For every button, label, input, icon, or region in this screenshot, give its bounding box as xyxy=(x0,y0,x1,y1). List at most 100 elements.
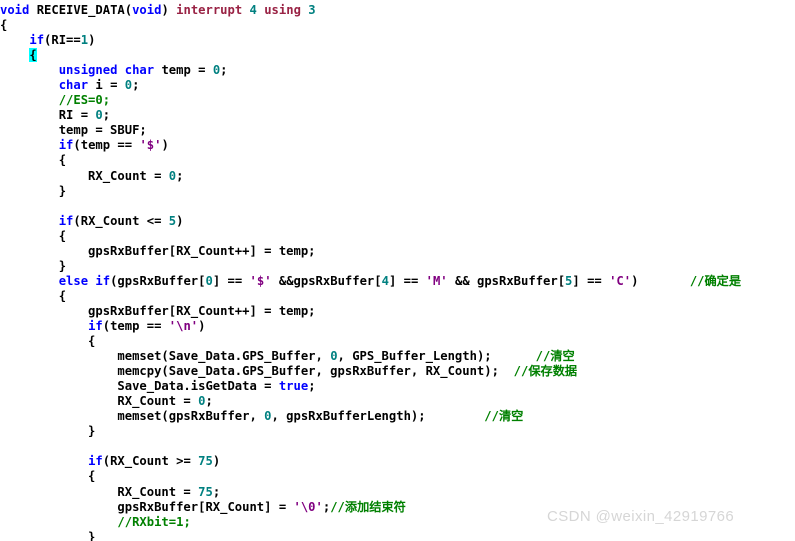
code-line: Save_Data.isGetData = true; xyxy=(0,379,741,394)
code-token-pln: gpsRxBuffer[RX_Count++] = temp; xyxy=(0,243,316,258)
code-token-cmt: //保存数据 xyxy=(513,364,578,379)
code-token-pln: ] == xyxy=(388,273,426,288)
code-token-pln xyxy=(0,78,59,92)
bottom-clipped-text-artifact: .. xyxy=(112,530,127,537)
code-token-num: 4 xyxy=(249,3,257,17)
code-token-str: '\n' xyxy=(168,318,199,333)
code-token-pln xyxy=(0,274,59,288)
code-token-pln: ) xyxy=(161,3,177,17)
code-line: memcpy(Save_Data.GPS_Buffer, gpsRxBuffer… xyxy=(0,364,741,379)
code-line: unsigned char temp = 0; xyxy=(0,63,741,78)
code-token-str: '$' xyxy=(139,138,162,153)
code-line: RX_Count = 75; xyxy=(0,485,741,500)
code-token-pln: ) xyxy=(176,213,184,228)
code-token-pln: memcpy(Save_Data.GPS_Buffer, gpsRxBuffer… xyxy=(0,364,499,379)
code-token-pln: { xyxy=(0,153,67,168)
code-token-pln: ) xyxy=(198,318,206,333)
code-line: { xyxy=(0,334,741,349)
code-line: if(RX_Count >= 75) xyxy=(0,454,741,469)
code-token-pln: ) xyxy=(161,138,169,153)
code-token-kw: if xyxy=(88,318,103,333)
code-token-pln xyxy=(0,93,59,107)
code-line: gpsRxBuffer[RX_Count++] = temp; xyxy=(0,244,741,259)
code-token-pln: memset(Save_Data.GPS_Buffer, xyxy=(0,349,331,364)
code-token-kw: char xyxy=(124,63,155,78)
code-line: temp = SBUF; xyxy=(0,123,741,138)
code-token-num: 0 xyxy=(124,78,133,93)
code-token-pln: ) xyxy=(88,33,96,48)
code-token-pln: , GPS_Buffer_Length); xyxy=(337,349,492,364)
code-token-pln: ; xyxy=(212,484,221,499)
code-token-pln: RI = xyxy=(0,108,96,123)
code-token-hl: { xyxy=(29,48,37,63)
code-token-cmt: //清空 xyxy=(535,349,575,364)
code-line: void RECEIVE_DATA(void) interrupt 4 usin… xyxy=(0,3,741,18)
code-token-pln xyxy=(499,364,514,378)
code-token-pln: } xyxy=(0,529,96,541)
code-token-pln xyxy=(0,515,117,529)
code-token-pln: } xyxy=(0,424,96,439)
code-token-kw: if xyxy=(88,454,103,469)
code-token-pln: } xyxy=(0,183,67,198)
code-token-pln: gpsRxBuffer[RX_Count] = xyxy=(0,499,294,514)
code-line: { xyxy=(0,48,741,63)
code-token-kw: char xyxy=(58,78,89,93)
code-line: { xyxy=(0,18,741,33)
code-token-kw: if xyxy=(29,33,45,48)
code-token-num: 3 xyxy=(308,3,316,17)
code-token-pln: RECEIVE_DATA( xyxy=(36,3,133,17)
code-line: if(RI==1) xyxy=(0,33,741,48)
code-token-cmt: //ES=0; xyxy=(58,93,111,108)
code-token-pln: RX_Count = xyxy=(0,484,199,499)
code-token-pln xyxy=(0,33,29,47)
code-token-cmt: //清空 xyxy=(484,409,524,424)
code-token-pln: gpsRxBuffer[RX_Count++] = temp; xyxy=(0,303,316,318)
code-token-pln xyxy=(0,214,59,228)
code-token-pln: (gpsRxBuffer[ xyxy=(110,273,206,288)
code-token-pln xyxy=(242,3,249,17)
code-line: RX_Count = 0; xyxy=(0,169,741,184)
code-line: gpsRxBuffer[RX_Count++] = temp; xyxy=(0,304,741,319)
code-token-pln: RX_Count = xyxy=(0,394,199,409)
code-token-num: 4 xyxy=(381,273,389,288)
code-token-str: 'M' xyxy=(425,273,448,288)
code-token-kw: void xyxy=(0,3,30,17)
code-line: if(temp == '$') xyxy=(0,138,741,153)
code-token-kw: if xyxy=(58,213,74,228)
code-token-pln xyxy=(638,274,689,288)
code-line: if(RX_Count <= 5) xyxy=(0,214,741,229)
code-token-num: 0 xyxy=(264,409,272,424)
code-token-pln: i = xyxy=(88,78,125,93)
code-line: RX_Count = 0; xyxy=(0,394,741,409)
code-token-pln xyxy=(0,48,29,62)
code-token-pln xyxy=(0,63,59,77)
code-token-pln: && gpsRxBuffer[ xyxy=(447,273,566,288)
code-token-pln: (temp == xyxy=(102,318,169,333)
code-token-str: '\0' xyxy=(293,499,323,514)
code-token-pln: memset(gpsRxBuffer, xyxy=(0,409,265,424)
code-token-pln: { xyxy=(0,288,67,303)
code-token-num: 0 xyxy=(95,108,103,123)
code-token-pln: (temp == xyxy=(73,138,140,153)
code-token-pln xyxy=(117,63,124,77)
code-token-pln: temp = SBUF; xyxy=(0,123,147,138)
code-line: { xyxy=(0,469,741,484)
code-line: memset(gpsRxBuffer, 0, gpsRxBufferLength… xyxy=(0,409,741,424)
code-token-pln xyxy=(29,3,36,17)
code-token-pln xyxy=(0,454,88,468)
code-token-num: 75 xyxy=(198,454,213,469)
code-token-pln: ; xyxy=(220,63,228,78)
code-token-pln: ; xyxy=(132,78,140,93)
code-line: } xyxy=(0,184,741,199)
code-token-pln: ] == xyxy=(212,273,250,288)
code-token-pln: Save_Data.isGetData = xyxy=(0,379,279,394)
code-token-cmt: //确定是 xyxy=(689,273,742,288)
code-token-attr: interrupt xyxy=(176,3,243,17)
code-token-cmt: //RXbit=1; xyxy=(117,514,191,529)
code-line: { xyxy=(0,229,741,244)
code-listing[interactable]: void RECEIVE_DATA(void) interrupt 4 usin… xyxy=(0,3,741,541)
code-token-num: 0 xyxy=(205,273,213,288)
code-line: { xyxy=(0,289,741,304)
